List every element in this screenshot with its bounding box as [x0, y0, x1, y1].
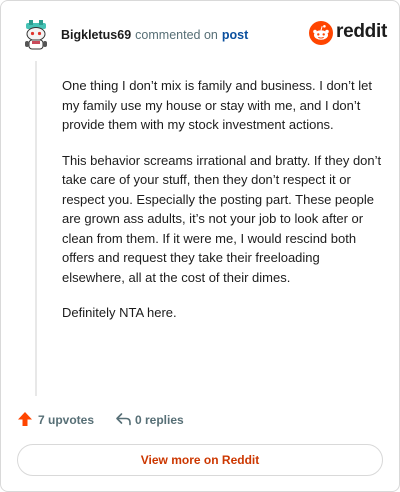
reply-count: 0 replies	[135, 413, 184, 427]
upvote-arrow-icon[interactable]	[17, 411, 33, 427]
comment-paragraph: Definitely NTA here.	[62, 305, 177, 320]
comment-byline: Bigkletus69 commented on post	[61, 28, 248, 42]
comment-footer: 7 upvotes 0 replies	[17, 409, 377, 431]
thread-line	[35, 61, 37, 396]
reply-arrow-icon[interactable]	[115, 411, 132, 427]
reddit-brand-link[interactable]: reddit	[309, 19, 387, 47]
comment-body: One thing I don’t mix is family and busi…	[62, 76, 382, 339]
comment-paragraph: One thing I don’t mix is family and busi…	[62, 78, 372, 132]
upvote-count: 7 upvotes	[38, 413, 95, 427]
user-avatar[interactable]	[19, 19, 53, 53]
username-link[interactable]: Bigkletus69	[61, 28, 131, 42]
view-more-button[interactable]: View more on Reddit	[17, 444, 383, 476]
comment-header: Bigkletus69 commented on post reddit	[17, 17, 387, 53]
snoo-avatar-icon	[20, 20, 52, 52]
reddit-snoo-icon	[309, 21, 333, 45]
post-link[interactable]: post	[222, 28, 248, 42]
embedded-comment-card: Bigkletus69 commented on post reddit One t…	[0, 0, 400, 492]
comment-paragraph: This behavior screams irrational and bra…	[62, 152, 382, 285]
reddit-wordmark: reddit	[336, 21, 387, 42]
byline-verb: commented on	[135, 28, 218, 42]
